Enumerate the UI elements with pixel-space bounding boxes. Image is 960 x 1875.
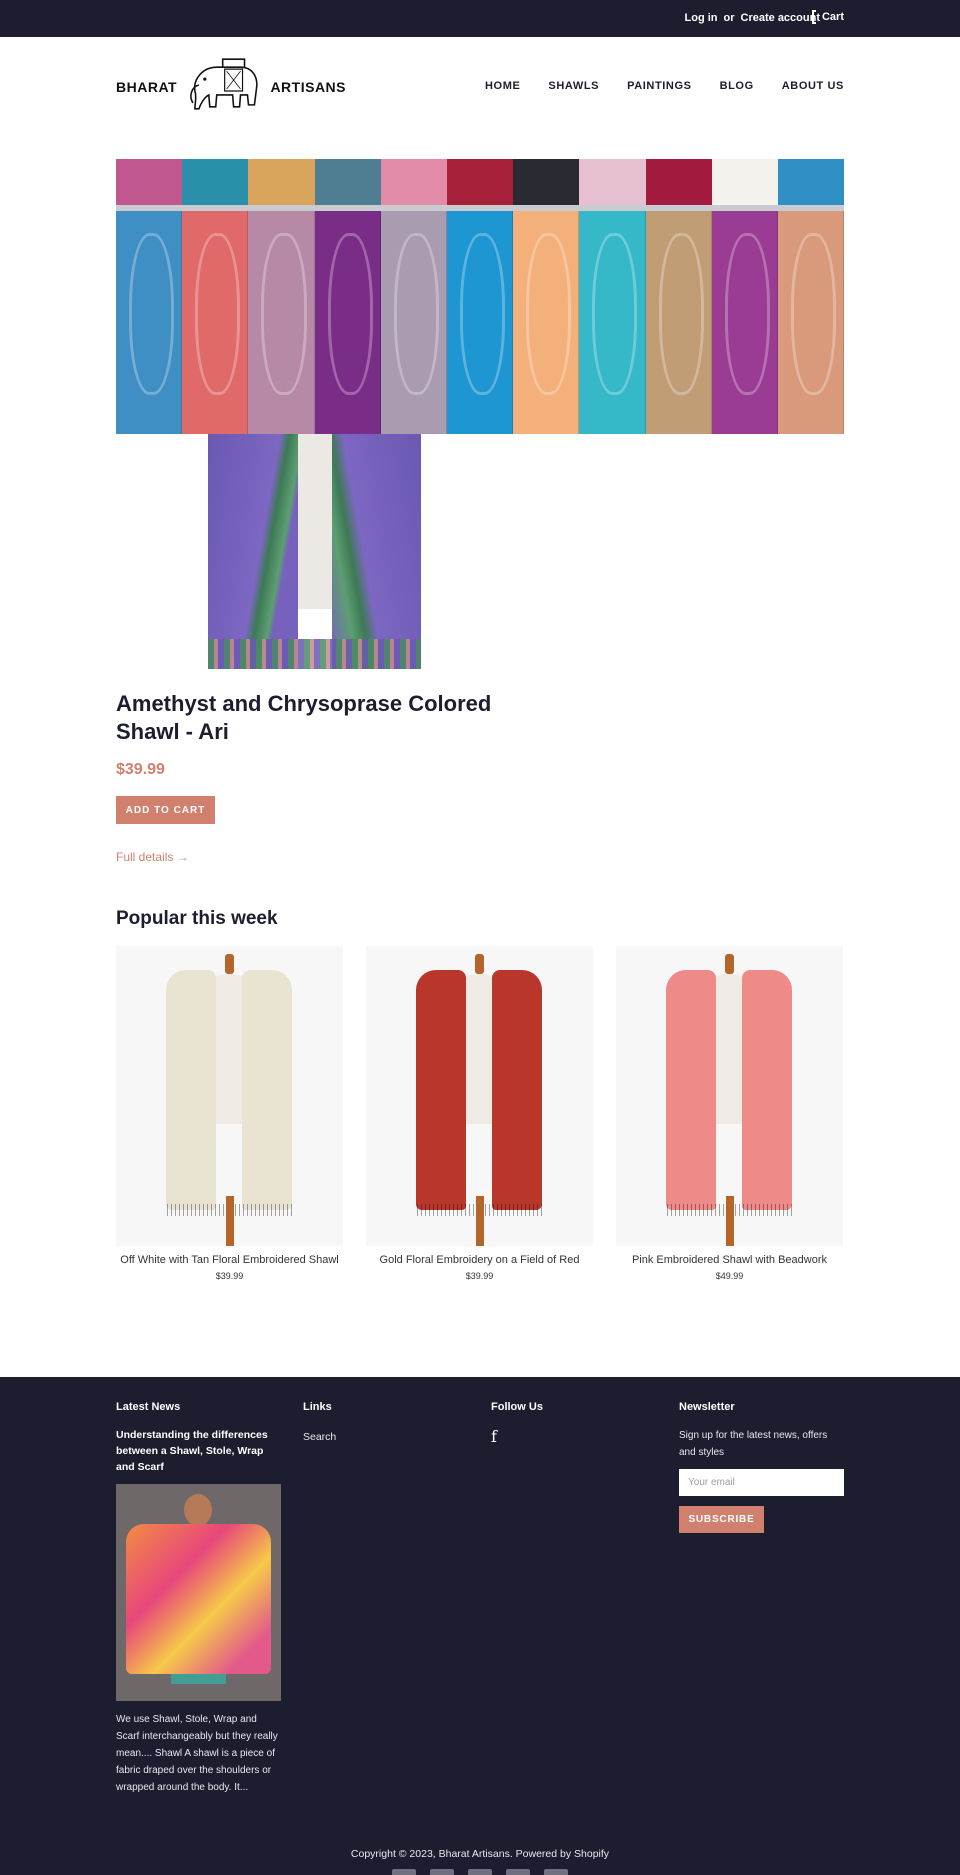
site-logo[interactable]: BHARAT ARTISANS bbox=[116, 55, 346, 119]
elephant-icon bbox=[190, 58, 258, 110]
links-heading: Links bbox=[303, 1401, 332, 1413]
mannequin-stand bbox=[226, 1196, 234, 1246]
top-bar: Log in or Create account Cart bbox=[0, 0, 960, 37]
mannequin-stand bbox=[726, 1196, 734, 1246]
mannequin-head bbox=[725, 954, 734, 974]
product-card-image[interactable] bbox=[616, 946, 843, 1246]
newsletter-email-input[interactable] bbox=[679, 1469, 844, 1496]
login-link[interactable]: Log in bbox=[685, 12, 718, 24]
nav-blog[interactable]: BLOG bbox=[720, 80, 754, 92]
shawl-left bbox=[416, 970, 466, 1210]
product-card[interactable]: Off White with Tan Floral Embroidered Sh… bbox=[116, 946, 343, 1281]
site-footer: Latest News Understanding the difference… bbox=[0, 1377, 960, 1875]
product-card[interactable]: Gold Floral Embroidery on a Field of Red… bbox=[366, 946, 593, 1281]
product-card-image[interactable] bbox=[366, 946, 593, 1246]
nav-about-us[interactable]: ABOUT US bbox=[782, 80, 844, 92]
shawl-left bbox=[166, 970, 216, 1210]
model-scarf bbox=[126, 1524, 271, 1674]
shawl-right bbox=[242, 970, 292, 1210]
mannequin-head bbox=[475, 954, 484, 974]
payment-icon bbox=[506, 1869, 530, 1875]
full-details-link[interactable]: Full details → bbox=[116, 850, 189, 864]
footer-latest-news: Latest News Understanding the difference… bbox=[116, 1401, 281, 1796]
footer-follow: Follow Us f bbox=[491, 1401, 656, 1447]
payment-icon bbox=[392, 1869, 416, 1875]
product-card-image[interactable] bbox=[116, 946, 343, 1246]
product-shawl-right bbox=[332, 434, 421, 669]
popular-heading: Popular this week bbox=[116, 908, 278, 929]
hero-top-strip bbox=[116, 159, 844, 207]
main-nav: HOME SHAWLS PAINTINGS BLOG ABOUT US bbox=[485, 80, 844, 92]
cart-label: Cart bbox=[821, 11, 844, 23]
nav-home[interactable]: HOME bbox=[485, 80, 520, 92]
nav-shawls[interactable]: SHAWLS bbox=[548, 80, 599, 92]
mannequin-head bbox=[225, 954, 234, 974]
product-card[interactable]: Pink Embroidered Shawl with Beadwork $49… bbox=[616, 946, 843, 1281]
product-price: $39.99 bbox=[116, 761, 165, 778]
cart-link[interactable]: Cart bbox=[811, 10, 844, 24]
footer-search-link[interactable]: Search bbox=[303, 1431, 336, 1443]
logo-word-left: BHARAT bbox=[116, 79, 178, 95]
news-excerpt: We use Shawl, Stole, Wrap and Scarf inte… bbox=[116, 1714, 278, 1793]
product-card-price: $39.99 bbox=[215, 1271, 244, 1281]
follow-heading: Follow Us bbox=[491, 1401, 543, 1413]
hero-shawl-folds bbox=[116, 211, 844, 434]
footer-links: Links Search bbox=[303, 1401, 468, 1445]
account-links: Log in or Create account bbox=[685, 12, 820, 24]
logo-word-right: ARTISANS bbox=[270, 79, 346, 95]
newsletter-text: Sign up for the latest news, offers and … bbox=[679, 1430, 828, 1458]
create-account-link[interactable]: Create account bbox=[741, 12, 820, 24]
subscribe-button[interactable]: SUBSCRIBE bbox=[679, 1506, 764, 1533]
product-card-name[interactable]: Off White with Tan Floral Embroidered Sh… bbox=[116, 1254, 343, 1266]
news-article-link[interactable]: Understanding the differences between a … bbox=[116, 1427, 281, 1475]
shawl-right bbox=[742, 970, 792, 1210]
payment-icons bbox=[380, 1869, 580, 1875]
product-shawl-border bbox=[208, 639, 421, 669]
facebook-icon[interactable]: f bbox=[491, 1427, 497, 1446]
news-article-image[interactable] bbox=[116, 1484, 281, 1701]
or-separator: or bbox=[723, 12, 735, 24]
shawl-left bbox=[666, 970, 716, 1210]
footer-newsletter: Newsletter Sign up for the latest news, … bbox=[679, 1401, 844, 1533]
product-image[interactable] bbox=[208, 434, 421, 669]
product-card-name[interactable]: Gold Floral Embroidery on a Field of Red bbox=[366, 1254, 593, 1266]
product-mannequin bbox=[298, 434, 332, 609]
product-card-price: $39.99 bbox=[465, 1271, 494, 1281]
product-shawl-left bbox=[208, 434, 298, 669]
shawl-right bbox=[492, 970, 542, 1210]
payment-icon bbox=[430, 1869, 454, 1875]
add-to-cart-button[interactable]: ADD TO CART bbox=[116, 796, 215, 824]
hero-banner-image bbox=[116, 159, 844, 434]
nav-paintings[interactable]: PAINTINGS bbox=[627, 80, 691, 92]
copyright: Copyright © 2023, Bharat Artisans. Power… bbox=[350, 1848, 610, 1860]
cart-icon bbox=[811, 10, 816, 24]
payment-icon bbox=[468, 1869, 492, 1875]
product-card-name[interactable]: Pink Embroidered Shawl with Beadwork bbox=[616, 1254, 843, 1266]
newsletter-heading: Newsletter bbox=[679, 1401, 735, 1413]
payment-icon bbox=[544, 1869, 568, 1875]
model-face bbox=[184, 1494, 212, 1526]
product-card-price: $49.99 bbox=[715, 1271, 744, 1281]
latest-news-heading: Latest News bbox=[116, 1401, 181, 1413]
product-title: Amethyst and Chrysoprase Colored Shawl -… bbox=[116, 691, 492, 744]
mannequin-stand bbox=[476, 1196, 484, 1246]
